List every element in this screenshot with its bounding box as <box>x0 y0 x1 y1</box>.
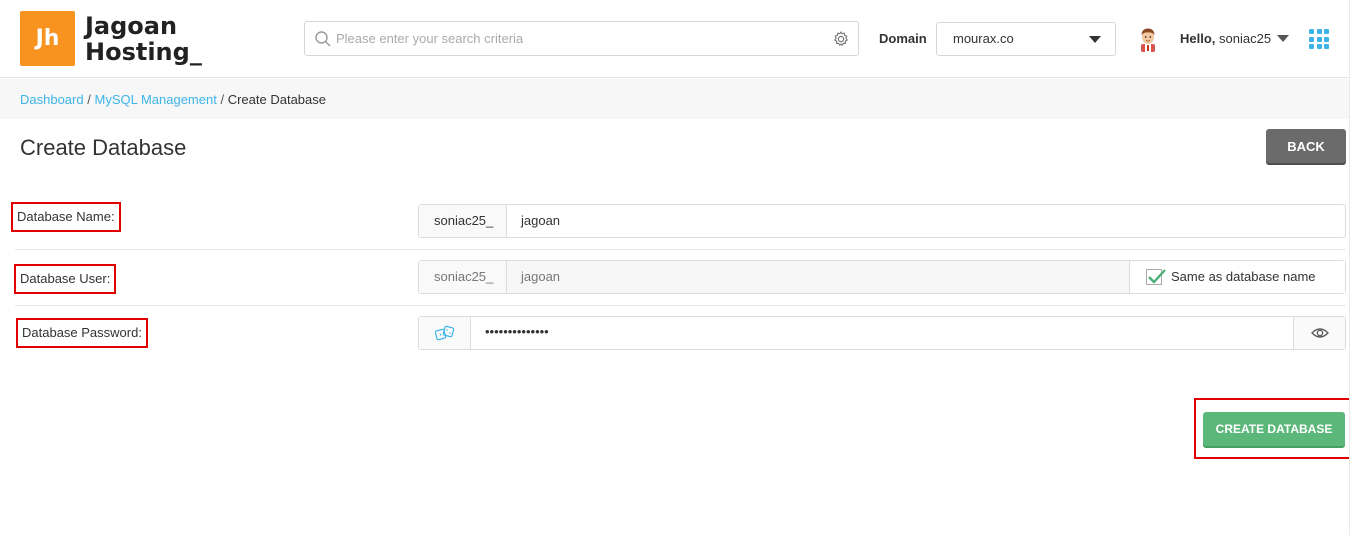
domain-select[interactable]: mourax.co <box>936 22 1116 56</box>
logo-line-2: Hosting_ <box>85 37 202 66</box>
breadcrumb-separator: / <box>87 92 91 107</box>
chevron-down-icon <box>1089 36 1101 43</box>
dice-icon <box>435 325 455 341</box>
username: soniac25 <box>1219 31 1272 46</box>
breadcrumb-mysql-management[interactable]: MySQL Management <box>94 92 216 107</box>
avatar-icon[interactable] <box>1136 26 1160 52</box>
db-user-label: Database User: <box>14 264 117 294</box>
top-header: Jh Jagoan Hosting_ Domain mourax.co Hell… <box>0 0 1365 78</box>
search-box <box>304 21 859 56</box>
breadcrumb-separator: / <box>220 92 225 107</box>
breadcrumb: Dashboard / MySQL Management / Create Da… <box>20 92 326 107</box>
create-database-highlight: CREATE DATABASE <box>1194 398 1354 459</box>
user-greeting[interactable]: Hello, soniac25 <box>1180 31 1271 46</box>
db-name-field[interactable]: soniac25_ jagoan <box>418 204 1346 238</box>
db-name-prefix: soniac25_ <box>419 205 507 237</box>
db-user-input: jagoan <box>521 269 561 284</box>
apps-grid-icon[interactable] <box>1309 29 1329 49</box>
db-user-field: soniac25_ jagoan Same as database name <box>418 260 1346 294</box>
same-as-db-name-label[interactable]: Same as database name <box>1171 261 1316 293</box>
checkmark-icon <box>1148 269 1166 284</box>
generate-password-button[interactable] <box>419 317 471 349</box>
create-database-button[interactable]: CREATE DATABASE <box>1203 412 1345 446</box>
back-button[interactable]: BACK <box>1266 129 1346 163</box>
user-menu-caret-icon[interactable] <box>1277 35 1289 42</box>
db-password-label: Database Password: <box>16 318 148 348</box>
breadcrumb-bar: Dashboard / MySQL Management / Create Da… <box>0 79 1365 119</box>
breadcrumb-dashboard[interactable]: Dashboard <box>20 92 84 107</box>
breadcrumb-current: Create Database <box>227 92 326 107</box>
db-name-label: Database Name: <box>11 202 121 232</box>
logo-line-1: Jagoan <box>85 11 178 40</box>
search-input[interactable] <box>336 22 826 55</box>
brand-logo[interactable]: Jh Jagoan Hosting_ <box>20 11 202 66</box>
db-user-prefix: soniac25_ <box>419 261 507 293</box>
db-password-input[interactable]: •••••••••••••• <box>485 317 549 347</box>
gear-icon[interactable] <box>832 30 850 48</box>
db-password-field[interactable]: •••••••••••••• <box>418 316 1346 350</box>
same-as-db-name-checkbox[interactable] <box>1146 269 1166 285</box>
eye-icon <box>1311 328 1329 338</box>
search-icon <box>315 31 331 47</box>
scrollbar[interactable] <box>1349 0 1365 535</box>
greeting-prefix: Hello, <box>1180 31 1216 46</box>
logo-text: Jagoan Hosting_ <box>85 13 202 65</box>
logo-mark: Jh <box>20 11 75 66</box>
page-title: Create Database <box>20 135 187 160</box>
domain-label: Domain <box>879 31 927 46</box>
toggle-password-visibility[interactable] <box>1293 317 1345 349</box>
domain-value: mourax.co <box>953 31 1014 46</box>
same-as-db-name-option[interactable]: Same as database name <box>1129 261 1345 293</box>
db-name-input[interactable]: jagoan <box>521 205 560 237</box>
